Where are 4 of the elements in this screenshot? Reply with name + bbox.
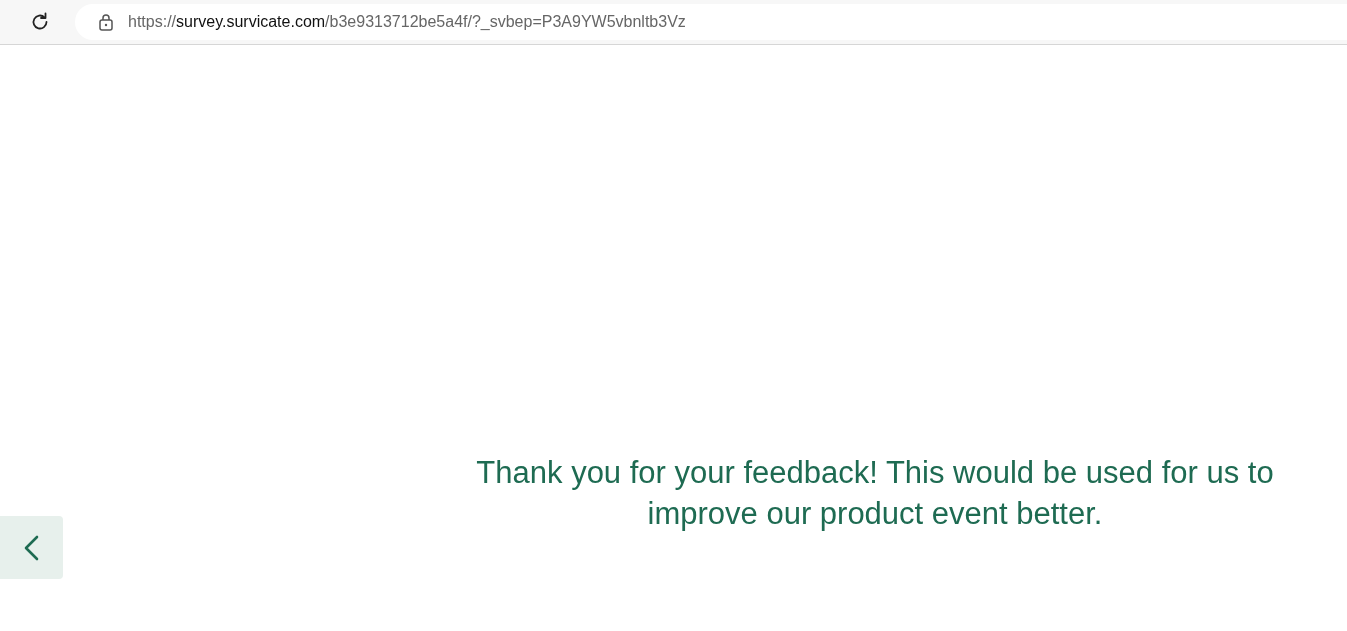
lock-icon[interactable] <box>98 13 114 31</box>
address-bar[interactable]: https://survey.survicate.com/b3e9313712be5a4f/?_svbep=P3A9YW5vbnltb3Vz <box>75 4 1347 40</box>
thank-you-message: Thank you for your feedback! This would be used for us to improve our product event better. <box>475 454 1275 533</box>
url-text: https://survey.survicate.com/b3e9313712be5a4f/?_svbep=P3A9YW5vbnltb3Vz <box>128 13 686 31</box>
